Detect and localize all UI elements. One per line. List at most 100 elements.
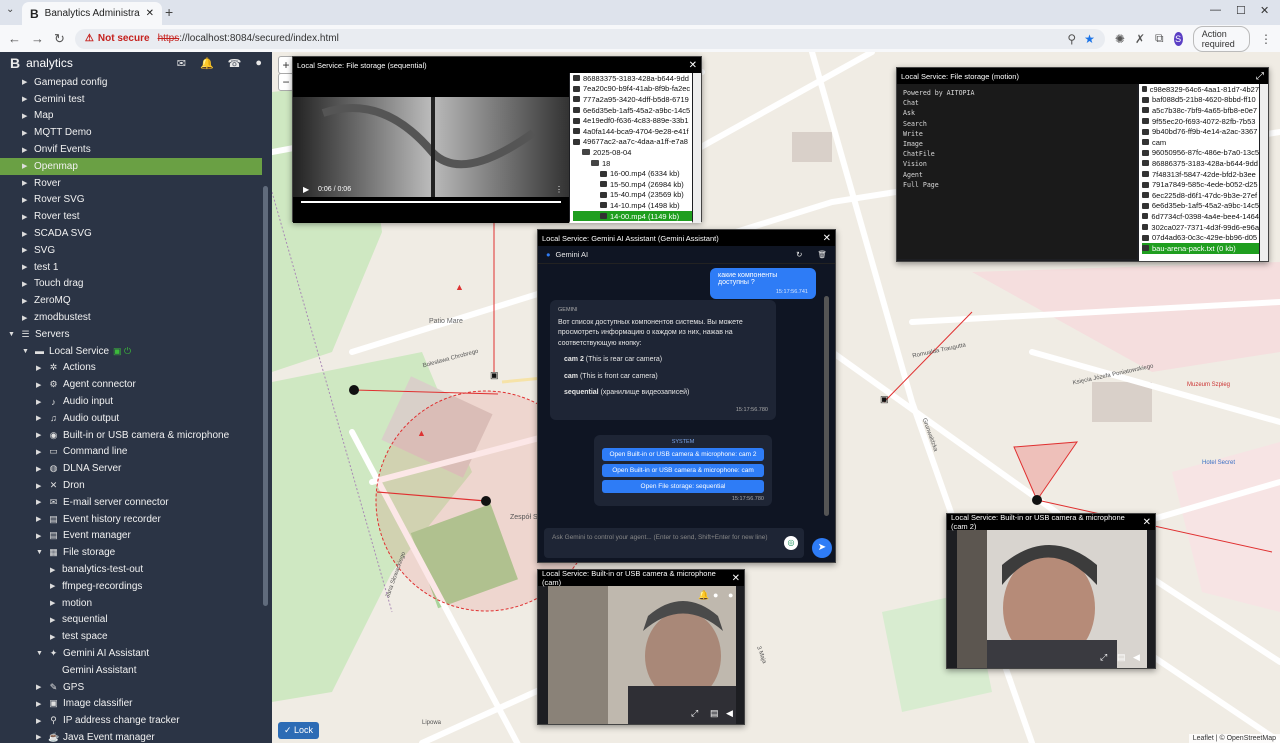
file-list-item[interactable]: 9b40bd76-ff9b-4e14-a2ac-3367: [1142, 126, 1259, 137]
forward-icon[interactable]: →: [31, 31, 44, 46]
caret-icon[interactable]: ▶: [50, 616, 58, 624]
caret-icon[interactable]: ▶: [22, 230, 30, 238]
puzzle-icon[interactable]: ⧉: [1155, 31, 1164, 46]
file-list-item[interactable]: 16-00.mp4 (6334 kb): [573, 168, 692, 179]
file-list-item[interactable]: 49677ac2-aa7c-4daa-a1ff-e7a8: [573, 137, 692, 148]
camera-cam-window[interactable]: Local Service: Built-in or USB camera & …: [537, 569, 745, 725]
file-list-item[interactable]: baf088d5-21b8-4620-8bbd-ff10: [1142, 95, 1259, 106]
browser-tab[interactable]: B Banalytics Administration Cons ✕: [22, 2, 162, 25]
caret-icon[interactable]: ▶: [22, 179, 30, 187]
close-window-icon[interactable]: ✕: [732, 573, 740, 584]
sidebar-item[interactable]: ▶ SCADA SVG: [0, 225, 262, 242]
file-list-item[interactable]: bau-arena-pack.txt (0 kb): [1142, 242, 1259, 254]
file-list-scrollbar[interactable]: [1260, 84, 1268, 261]
window-titlebar[interactable]: Local Service: Built-in or USB camera & …: [947, 513, 1155, 531]
refresh-icon[interactable]: ↻: [796, 250, 802, 259]
play-icon[interactable]: ▶: [303, 185, 309, 194]
caret-icon[interactable]: ▶: [22, 246, 30, 254]
file-list-item[interactable]: 14-00.mp4 (1149 kb): [573, 210, 692, 222]
caret-icon[interactable]: ▶: [50, 566, 58, 574]
fullscreen-icon[interactable]: ⤢: [691, 708, 698, 719]
expand-icon[interactable]: ⤢: [1256, 71, 1264, 82]
sidebar-item[interactable]: ▶ zmodbustest: [0, 309, 262, 326]
file-list-item[interactable]: 6e6d35eb-1af5-45a2-a9bc-14c5: [573, 105, 692, 116]
caret-icon[interactable]: ▶: [36, 364, 44, 372]
record-icon[interactable]: ●: [728, 590, 733, 600]
caret-icon[interactable]: ▶: [36, 532, 44, 540]
trash-icon[interactable]: 🗑: [817, 250, 827, 259]
sidebar-item[interactable]: ▼ ▦ File storage: [0, 544, 262, 561]
fullscreen-icon[interactable]: ⤢: [1100, 652, 1107, 663]
window-titlebar[interactable]: Local Service: Built-in or USB camera & …: [538, 569, 744, 587]
camera-marker-icon[interactable]: ▣: [490, 370, 499, 381]
file-list[interactable]: c98e8329-64c6-4aa1-81d7-4b27 baf088d5-21b…: [1139, 84, 1259, 261]
file-list-item[interactable]: c98e8329-64c6-4aa1-81d7-4b27: [1142, 84, 1259, 95]
caret-icon[interactable]: ▶: [36, 465, 44, 473]
sidebar-item[interactable]: ▶ Rover test: [0, 208, 262, 225]
file-list-item[interactable]: 96050956-87fc-486e-b7a0-13c5: [1142, 148, 1259, 159]
window-titlebar[interactable]: Local Service: Gemini AI Assistant (Gemi…: [538, 230, 835, 246]
sidebar-item[interactable]: ▶ SVG: [0, 242, 262, 259]
sidebar-item[interactable]: ▶ ZeroMQ: [0, 292, 262, 309]
window-titlebar[interactable]: Local Service: File storage (sequential)…: [293, 57, 701, 73]
caret-icon[interactable]: ▶: [22, 162, 30, 170]
caret-icon[interactable]: ▶: [22, 146, 30, 154]
sidebar-item[interactable]: ▼ ▬ Local Service ▣ ⏻: [0, 343, 262, 360]
file-list-item[interactable]: 9f55ec20-f693-4072-82fb-7b53: [1142, 116, 1259, 127]
file-icon[interactable]: ▤: [1117, 652, 1126, 663]
sidebar-item[interactable]: ▶ ♫ Audio output: [0, 410, 262, 427]
security-chip[interactable]: ⚠ Not secure: [85, 33, 150, 44]
caret-icon[interactable]: ▼: [8, 331, 16, 338]
camera-cam2-window[interactable]: Local Service: Built-in or USB camera & …: [946, 513, 1156, 669]
caret-icon[interactable]: ▶: [36, 717, 44, 725]
sidebar-item[interactable]: ▶ ☕ Java Event manager: [0, 729, 262, 743]
file-list-item[interactable]: 4a0fa144-bca9-4704-9e28-e41f: [573, 126, 692, 137]
sidebar-item[interactable]: ▶ Rover SVG: [0, 192, 262, 209]
sidebar-item[interactable]: ▶ Openmap: [0, 157, 262, 175]
user-icon[interactable]: ●: [713, 590, 718, 600]
file-list-item[interactable]: 2025-08-04: [573, 147, 692, 158]
caret-icon[interactable]: ▶: [22, 78, 30, 86]
caret-icon[interactable]: ▼: [22, 348, 30, 355]
close-window-icon[interactable]: ✕: [1143, 517, 1151, 528]
sidebar-item[interactable]: ▶ ◉ Built-in or USB camera & microphone: [0, 427, 262, 444]
phone-icon[interactable]: ☎: [228, 57, 242, 70]
sidebar-item[interactable]: ▶ ✎ GPS: [0, 679, 262, 696]
file-list-item[interactable]: 791a7849-585c-4ede-b052-d25: [1142, 179, 1259, 190]
caret-icon[interactable]: ▶: [36, 448, 44, 456]
tab-search-icon[interactable]: ⌄: [6, 4, 14, 15]
caret-icon[interactable]: ▶: [22, 213, 30, 221]
sidebar-item[interactable]: ▶ sequential: [0, 612, 262, 629]
file-list[interactable]: 86883375-3183-428a-b644-9dd 7ea20c90-b9f4…: [570, 73, 692, 223]
send-icon[interactable]: ➤: [812, 538, 832, 558]
bell-icon[interactable]: 🔔: [200, 57, 214, 70]
caret-icon[interactable]: ▶: [22, 129, 30, 137]
camera-marker-icon[interactable]: ▣: [880, 394, 889, 405]
caret-icon[interactable]: ▶: [36, 733, 44, 741]
maximize-icon[interactable]: ☐: [1236, 4, 1246, 17]
file-list-scrollbar[interactable]: [693, 73, 701, 223]
sidebar-item[interactable]: ▶ ◍ DLNA Server: [0, 460, 262, 477]
window-titlebar[interactable]: Local Service: File storage (motion) ⤢: [897, 68, 1268, 84]
sidebar-item[interactable]: ▶ MQTT Demo: [0, 124, 262, 141]
gemini-assistant-window[interactable]: Local Service: Gemini AI Assistant (Gemi…: [537, 229, 836, 563]
video-progress[interactable]: [301, 201, 561, 203]
volume-icon[interactable]: ◀: [1133, 652, 1140, 663]
sidebar-item[interactable]: Gemini Assistant: [0, 662, 262, 679]
user-icon[interactable]: ●: [255, 57, 262, 70]
file-list-item[interactable]: 777a2a95-3420-4dff-b5d8-6719: [573, 94, 692, 105]
chat-scrollbar[interactable]: [824, 296, 829, 516]
file-storage-sequential-window[interactable]: Local Service: File storage (sequential)…: [292, 56, 702, 223]
sidebar-item[interactable]: ▶ Touch drag: [0, 276, 262, 293]
caret-icon[interactable]: ▶: [22, 196, 30, 204]
caret-icon[interactable]: ▶: [22, 280, 30, 288]
file-list-item[interactable]: 6ec225d8-d6f1-47dc-9b3e-27ef: [1142, 190, 1259, 201]
file-list-item[interactable]: 6e6d35eb-1af5-45a2-a9bc-14c5: [1142, 201, 1259, 212]
caret-icon[interactable]: ▶: [36, 498, 44, 506]
new-tab-button[interactable]: +: [165, 4, 173, 20]
sidebar-item[interactable]: ▶ banalytics-test-out: [0, 561, 262, 578]
caret-icon[interactable]: ▶: [22, 314, 30, 322]
caret-icon[interactable]: ▶: [36, 431, 44, 439]
sidebar-item[interactable]: ▶ ▣ Image classifier: [0, 695, 262, 712]
lock-button[interactable]: ✓ Lock: [278, 722, 320, 739]
